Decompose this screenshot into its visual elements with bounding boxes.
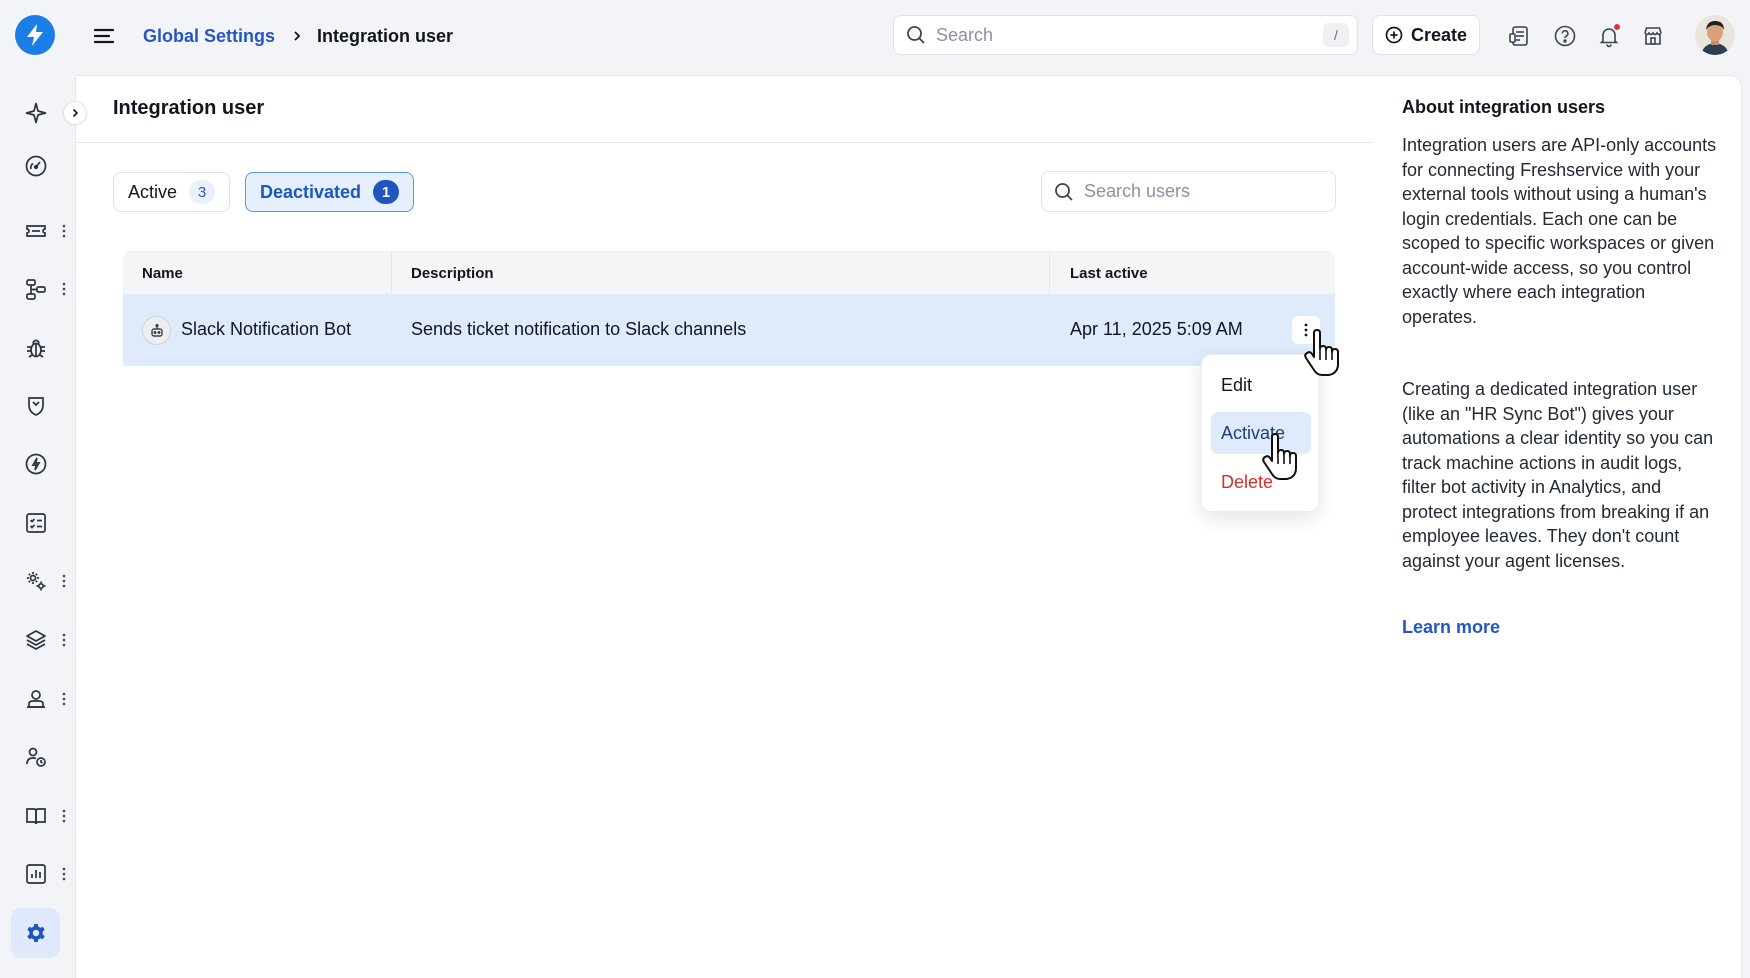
- breadcrumb-current: Integration user: [317, 25, 454, 46]
- bell-icon[interactable]: [1595, 22, 1623, 50]
- sidebar-item-tasks[interactable]: [16, 503, 56, 543]
- global-search[interactable]: /: [893, 15, 1358, 55]
- integration-users-table: Name Description Last active Slack Notif…: [123, 251, 1335, 366]
- book-icon: [26, 808, 46, 825]
- page-title: Integration user: [113, 97, 265, 119]
- help-icon[interactable]: [1551, 22, 1579, 50]
- cog-group-icon: [27, 572, 46, 591]
- sidebar-item-changes[interactable]: [16, 444, 56, 484]
- sidebar-item-analytics[interactable]: [16, 854, 56, 894]
- bug-icon: [27, 339, 45, 358]
- sidebar-item-dashboard[interactable]: [16, 146, 56, 186]
- freshservice-logo-icon[interactable]: [15, 15, 55, 55]
- table-header: Name Description Last active: [123, 251, 1335, 295]
- user-search[interactable]: [1041, 171, 1336, 212]
- sidebar-item-security[interactable]: [16, 386, 56, 426]
- sidebar-item-knowledge-menu[interactable]: [58, 806, 70, 826]
- settings-icon: [26, 924, 45, 942]
- about-paragraph: Creating a dedicated integration user (l…: [1402, 379, 1714, 571]
- sidebar-item-automations-menu[interactable]: [58, 571, 70, 591]
- user-search-input[interactable]: [1084, 181, 1335, 202]
- menu-item-activate[interactable]: Activate: [1211, 412, 1311, 454]
- column-header-description[interactable]: Description: [411, 265, 494, 282]
- column-header-name[interactable]: Name: [142, 265, 183, 282]
- ticket-icon: [26, 225, 46, 237]
- global-search-input[interactable]: [936, 24, 1323, 46]
- tab-label: Active: [128, 181, 178, 202]
- change-icon: [25, 453, 47, 475]
- user-description: Sends ticket notification to Slack chann…: [411, 319, 747, 339]
- bot-icon: [142, 316, 171, 345]
- sidebar-item-knowledge[interactable]: [16, 796, 56, 836]
- sidebar-item-problems[interactable]: [16, 328, 56, 368]
- search-icon: [907, 26, 925, 44]
- tab-count-badge: 3: [189, 180, 216, 204]
- sidebar-item-automations[interactable]: [16, 561, 56, 601]
- row-actions-menu: Edit Activate Delete: [1201, 354, 1319, 512]
- more-vertical-icon: [1304, 323, 1308, 337]
- sidebar-item-ai[interactable]: [16, 93, 56, 133]
- column-divider: [1049, 252, 1050, 295]
- column-header-last-active[interactable]: Last active: [1070, 265, 1148, 282]
- workflow-icon: [26, 279, 46, 300]
- sidebar-item-analytics-menu[interactable]: [58, 864, 70, 884]
- shield-icon: [28, 397, 44, 416]
- sparkle-icon: [25, 102, 47, 124]
- dashboard-icon: [25, 155, 47, 177]
- sidebar-item-users[interactable]: [16, 737, 56, 777]
- row-actions-button[interactable]: [1292, 316, 1320, 344]
- form-icon[interactable]: [1506, 22, 1534, 50]
- expand-sidebar-button[interactable]: [63, 101, 87, 125]
- about-paragraph: Integration users are API-only accounts …: [1402, 135, 1717, 327]
- sidebar-item-tickets[interactable]: [16, 211, 56, 251]
- title-divider: [76, 142, 1373, 143]
- notification-dot: [1613, 23, 1621, 31]
- layers-icon: [26, 630, 46, 650]
- breadcrumb-global-settings[interactable]: Global Settings: [143, 26, 275, 47]
- agent-icon: [27, 690, 45, 708]
- search-icon: [1055, 182, 1073, 201]
- plus-circle-icon: [1385, 26, 1403, 44]
- sidebar-item-assets-menu[interactable]: [58, 630, 70, 650]
- table-row[interactable]: Slack Notification Bot Sends ticket noti…: [123, 294, 1335, 366]
- chart-icon: [26, 864, 46, 884]
- chevron-right-icon: [72, 108, 79, 118]
- tab-count-badge: 1: [373, 180, 400, 204]
- tab-label: Deactivated: [260, 181, 362, 202]
- tab-active[interactable]: Active 3: [113, 172, 231, 212]
- sidebar-item-agents-menu[interactable]: [58, 689, 70, 709]
- menu-item-edit[interactable]: Edit: [1211, 364, 1311, 406]
- user-name[interactable]: Slack Notification Bot: [181, 319, 351, 340]
- sidebar-item-assets[interactable]: [16, 620, 56, 660]
- sidebar-item-tickets-menu[interactable]: [58, 221, 70, 241]
- about-title: About integration users: [1402, 97, 1606, 117]
- menu-item-delete[interactable]: Delete: [1211, 461, 1311, 503]
- user-time-icon: [26, 747, 46, 767]
- create-button[interactable]: Create: [1372, 15, 1480, 55]
- menu-toggle-icon[interactable]: [90, 22, 118, 50]
- breadcrumb: Global Settings Integration user: [143, 24, 453, 48]
- create-label: Create: [1410, 24, 1468, 45]
- top-bar: Global Settings Integration user / Creat…: [0, 0, 1750, 74]
- chevron-right-icon: [294, 31, 301, 41]
- sidebar-item-workflows[interactable]: [16, 269, 56, 309]
- checklist-icon: [26, 513, 46, 533]
- tab-deactivated[interactable]: Deactivated 1: [245, 172, 415, 212]
- sidebar-item-workflows-menu[interactable]: [58, 279, 70, 299]
- sidebar-item-agents[interactable]: [16, 679, 56, 719]
- avatar[interactable]: [1695, 15, 1735, 55]
- sidebar-item-settings[interactable]: [11, 908, 60, 958]
- user-last-active: Apr 11, 2025 5:09 AM: [1070, 319, 1243, 339]
- marketplace-icon[interactable]: [1639, 22, 1667, 50]
- search-shortcut-key: /: [1323, 23, 1349, 47]
- learn-more-link[interactable]: Learn more: [1402, 617, 1500, 638]
- column-divider: [391, 252, 392, 295]
